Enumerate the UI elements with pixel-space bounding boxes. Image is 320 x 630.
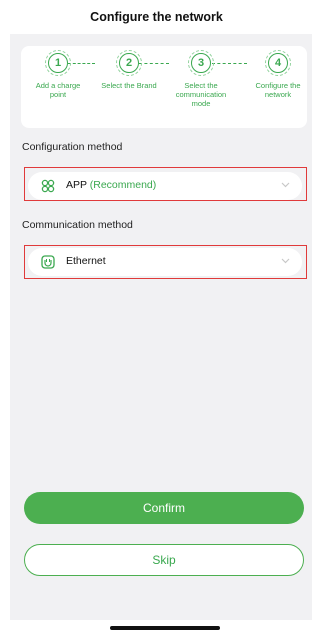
step-label: Add a charge point: [35, 81, 81, 99]
chevron-down-icon: [281, 182, 290, 188]
step-label: Configure the network: [255, 81, 301, 99]
page-title: Configure the network: [90, 10, 223, 24]
step-1: 1 Add a charge point: [29, 50, 87, 99]
configuration-value-text: APP: [66, 179, 87, 191]
step-4: 4 Configure the network: [249, 50, 307, 99]
step-number: 3: [188, 50, 214, 76]
main-content: 1 Add a charge point 2 Select the Brand …: [10, 34, 312, 620]
chevron-down-icon: [281, 258, 290, 264]
confirm-button[interactable]: Confirm: [24, 492, 304, 524]
step-label: Select the communication mode: [175, 81, 227, 108]
configuration-method-value: APP (Recommend): [66, 179, 156, 191]
step-number: 1: [45, 50, 71, 76]
communication-method-value: Ethernet: [66, 255, 106, 267]
step-3: 3 Select the communication mode: [172, 50, 230, 108]
step-2: 2 Select the Brand: [100, 50, 158, 90]
recommend-note: (Recommend): [89, 179, 157, 191]
app-icon: [41, 179, 55, 193]
step-label: Select the Brand: [101, 81, 157, 90]
step-number: 2: [116, 50, 142, 76]
configuration-method-select[interactable]: APP (Recommend): [28, 172, 302, 200]
steps-card: 1 Add a charge point 2 Select the Brand …: [21, 46, 307, 128]
communication-method-select[interactable]: Ethernet: [28, 248, 302, 276]
page-header: Configure the network: [0, 0, 313, 34]
communication-method-label: Communication method: [22, 219, 133, 231]
skip-button[interactable]: Skip: [24, 544, 304, 576]
ethernet-icon: [41, 255, 55, 269]
home-indicator: [110, 626, 220, 630]
step-number: 4: [265, 50, 291, 76]
configuration-method-label: Configuration method: [22, 141, 123, 153]
